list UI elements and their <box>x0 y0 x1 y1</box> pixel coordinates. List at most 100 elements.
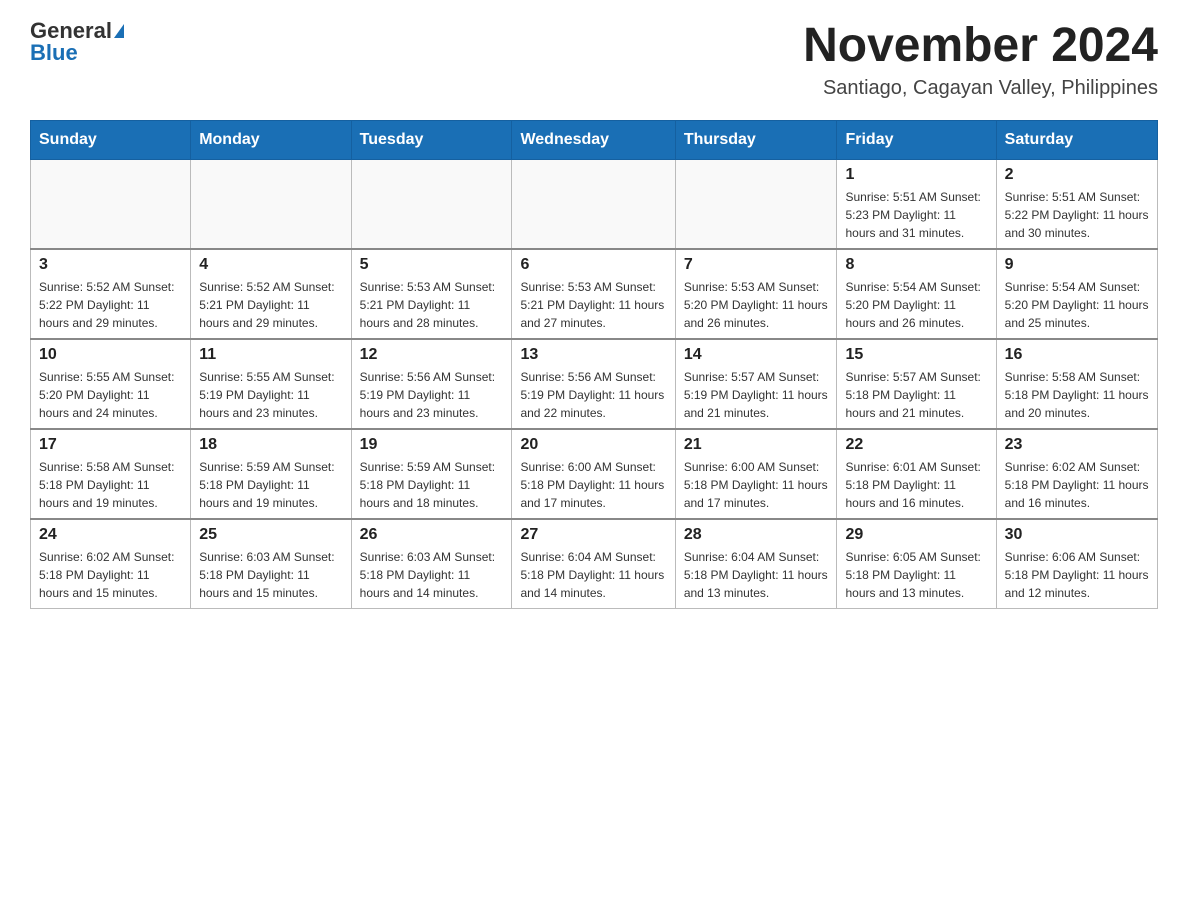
day-number: 11 <box>199 346 342 364</box>
calendar-cell: 27Sunrise: 6:04 AM Sunset: 5:18 PM Dayli… <box>512 519 675 609</box>
day-info: Sunrise: 5:54 AM Sunset: 5:20 PM Dayligh… <box>1005 278 1149 332</box>
day-number: 14 <box>684 346 829 364</box>
calendar-cell: 29 Sunrise: 6:05 AM Sunset: 5:18 PM Dayli… <box>837 519 996 609</box>
calendar-cell: 6Sunrise: 5:53 AM Sunset: 5:21 PM Daylig… <box>512 249 675 339</box>
calendar-week-row: 3Sunrise: 5:52 AM Sunset: 5:22 PM Daylig… <box>31 249 1158 339</box>
logo-blue-text: Blue <box>30 42 78 64</box>
day-number: 7 <box>684 256 829 274</box>
day-number: 24 <box>39 526 182 544</box>
day-info: Sunrise: 5:56 AM Sunset: 5:19 PM Dayligh… <box>360 368 504 422</box>
calendar-cell: 5 Sunrise: 5:53 AM Sunset: 5:21 PM Daylig… <box>351 249 512 339</box>
day-number: 3 <box>39 256 182 274</box>
day-info: Sunrise: 5:58 AM Sunset: 5:18 PM Dayligh… <box>1005 368 1149 422</box>
day-info: Sunrise: 5:54 AM Sunset: 5:20 PM Dayligh… <box>845 278 987 332</box>
calendar-cell: 12 Sunrise: 5:56 AM Sunset: 5:19 PM Dayli… <box>351 339 512 429</box>
day-info: Sunrise: 6:01 AM Sunset: 5:18 PM Dayligh… <box>845 458 987 512</box>
calendar-cell: 26Sunrise: 6:03 AM Sunset: 5:18 PM Dayli… <box>351 519 512 609</box>
day-number: 27 <box>520 526 666 544</box>
day-number: 29 <box>845 526 987 544</box>
calendar-week-row: 1 Sunrise: 5:51 AM Sunset: 5:23 PM Daylig… <box>31 159 1158 249</box>
day-info: Sunrise: 5:56 AM Sunset: 5:19 PM Dayligh… <box>520 368 666 422</box>
day-info: Sunrise: 5:59 AM Sunset: 5:18 PM Dayligh… <box>360 458 504 512</box>
calendar-cell <box>31 159 191 249</box>
calendar-cell: 17 Sunrise: 5:58 AM Sunset: 5:18 PM Dayli… <box>31 429 191 519</box>
calendar-cell: 2 Sunrise: 5:51 AM Sunset: 5:22 PM Daylig… <box>996 159 1157 249</box>
calendar-cell: 25 Sunrise: 6:03 AM Sunset: 5:18 PM Dayli… <box>191 519 351 609</box>
calendar-cell: 24 Sunrise: 6:02 AM Sunset: 5:18 PM Dayli… <box>31 519 191 609</box>
day-number: 23 <box>1005 436 1149 454</box>
day-info: Sunrise: 5:51 AM Sunset: 5:22 PM Dayligh… <box>1005 188 1149 242</box>
day-info: Sunrise: 5:59 AM Sunset: 5:18 PM Dayligh… <box>199 458 342 512</box>
day-number: 2 <box>1005 166 1149 184</box>
day-info: Sunrise: 6:02 AM Sunset: 5:18 PM Dayligh… <box>39 548 182 602</box>
calendar-week-row: 17 Sunrise: 5:58 AM Sunset: 5:18 PM Dayli… <box>31 429 1158 519</box>
calendar-week-row: 24 Sunrise: 6:02 AM Sunset: 5:18 PM Dayli… <box>31 519 1158 609</box>
logo: General Blue <box>30 20 124 64</box>
calendar-header-row: SundayMondayTuesdayWednesdayThursdayFrid… <box>31 120 1158 159</box>
calendar-cell <box>675 159 837 249</box>
day-number: 12 <box>360 346 504 364</box>
calendar-table: SundayMondayTuesdayWednesdayThursdayFrid… <box>30 120 1158 609</box>
calendar-cell: 14 Sunrise: 5:57 AM Sunset: 5:19 PM Dayli… <box>675 339 837 429</box>
header-thursday: Thursday <box>675 120 837 159</box>
day-info: Sunrise: 5:57 AM Sunset: 5:19 PM Dayligh… <box>684 368 829 422</box>
calendar-cell: 4Sunrise: 5:52 AM Sunset: 5:21 PM Daylig… <box>191 249 351 339</box>
day-number: 6 <box>520 256 666 274</box>
day-number: 18 <box>199 436 342 454</box>
calendar-cell: 13 Sunrise: 5:56 AM Sunset: 5:19 PM Dayli… <box>512 339 675 429</box>
day-info: Sunrise: 6:02 AM Sunset: 5:18 PM Dayligh… <box>1005 458 1149 512</box>
header-tuesday: Tuesday <box>351 120 512 159</box>
day-number: 20 <box>520 436 666 454</box>
day-number: 26 <box>360 526 504 544</box>
day-info: Sunrise: 5:58 AM Sunset: 5:18 PM Dayligh… <box>39 458 182 512</box>
calendar-cell: 15 Sunrise: 5:57 AM Sunset: 5:18 PM Dayli… <box>837 339 996 429</box>
day-number: 30 <box>1005 526 1149 544</box>
day-info: Sunrise: 5:57 AM Sunset: 5:18 PM Dayligh… <box>845 368 987 422</box>
calendar-cell: 18 Sunrise: 5:59 AM Sunset: 5:18 PM Dayli… <box>191 429 351 519</box>
calendar-cell: 7 Sunrise: 5:53 AM Sunset: 5:20 PM Daylig… <box>675 249 837 339</box>
day-number: 4 <box>199 256 342 274</box>
day-number: 13 <box>520 346 666 364</box>
calendar-cell: 3Sunrise: 5:52 AM Sunset: 5:22 PM Daylig… <box>31 249 191 339</box>
day-info: Sunrise: 6:05 AM Sunset: 5:18 PM Dayligh… <box>845 548 987 602</box>
day-number: 16 <box>1005 346 1149 364</box>
calendar-cell: 23 Sunrise: 6:02 AM Sunset: 5:18 PM Dayli… <box>996 429 1157 519</box>
header-monday: Monday <box>191 120 351 159</box>
calendar-cell <box>512 159 675 249</box>
day-info: Sunrise: 5:55 AM Sunset: 5:19 PM Dayligh… <box>199 368 342 422</box>
day-number: 10 <box>39 346 182 364</box>
day-info: Sunrise: 6:06 AM Sunset: 5:18 PM Dayligh… <box>1005 548 1149 602</box>
calendar-cell: 21 Sunrise: 6:00 AM Sunset: 5:18 PM Dayli… <box>675 429 837 519</box>
day-number: 17 <box>39 436 182 454</box>
day-info: Sunrise: 5:53 AM Sunset: 5:20 PM Dayligh… <box>684 278 829 332</box>
header-saturday: Saturday <box>996 120 1157 159</box>
calendar-cell: 16 Sunrise: 5:58 AM Sunset: 5:18 PM Dayli… <box>996 339 1157 429</box>
day-number: 21 <box>684 436 829 454</box>
calendar-cell: 11 Sunrise: 5:55 AM Sunset: 5:19 PM Dayli… <box>191 339 351 429</box>
day-info: Sunrise: 5:53 AM Sunset: 5:21 PM Dayligh… <box>360 278 504 332</box>
day-number: 15 <box>845 346 987 364</box>
logo-triangle-icon <box>114 24 124 38</box>
day-number: 1 <box>845 166 987 184</box>
day-info: Sunrise: 6:04 AM Sunset: 5:18 PM Dayligh… <box>684 548 829 602</box>
day-number: 25 <box>199 526 342 544</box>
calendar-cell <box>191 159 351 249</box>
day-info: Sunrise: 6:03 AM Sunset: 5:18 PM Dayligh… <box>199 548 342 602</box>
calendar-cell: 22 Sunrise: 6:01 AM Sunset: 5:18 PM Dayli… <box>837 429 996 519</box>
header-sunday: Sunday <box>31 120 191 159</box>
calendar-cell: 20Sunrise: 6:00 AM Sunset: 5:18 PM Dayli… <box>512 429 675 519</box>
header-wednesday: Wednesday <box>512 120 675 159</box>
day-info: Sunrise: 6:00 AM Sunset: 5:18 PM Dayligh… <box>684 458 829 512</box>
day-number: 5 <box>360 256 504 274</box>
calendar-cell: 1 Sunrise: 5:51 AM Sunset: 5:23 PM Daylig… <box>837 159 996 249</box>
calendar-cell <box>351 159 512 249</box>
calendar-cell: 9 Sunrise: 5:54 AM Sunset: 5:20 PM Daylig… <box>996 249 1157 339</box>
day-number: 19 <box>360 436 504 454</box>
calendar-week-row: 10Sunrise: 5:55 AM Sunset: 5:20 PM Dayli… <box>31 339 1158 429</box>
day-number: 9 <box>1005 256 1149 274</box>
calendar-cell: 8Sunrise: 5:54 AM Sunset: 5:20 PM Daylig… <box>837 249 996 339</box>
month-title: November 2024 <box>803 20 1158 73</box>
location-title: Santiago, Cagayan Valley, Philippines <box>803 77 1158 100</box>
day-number: 22 <box>845 436 987 454</box>
day-info: Sunrise: 5:51 AM Sunset: 5:23 PM Dayligh… <box>845 188 987 242</box>
